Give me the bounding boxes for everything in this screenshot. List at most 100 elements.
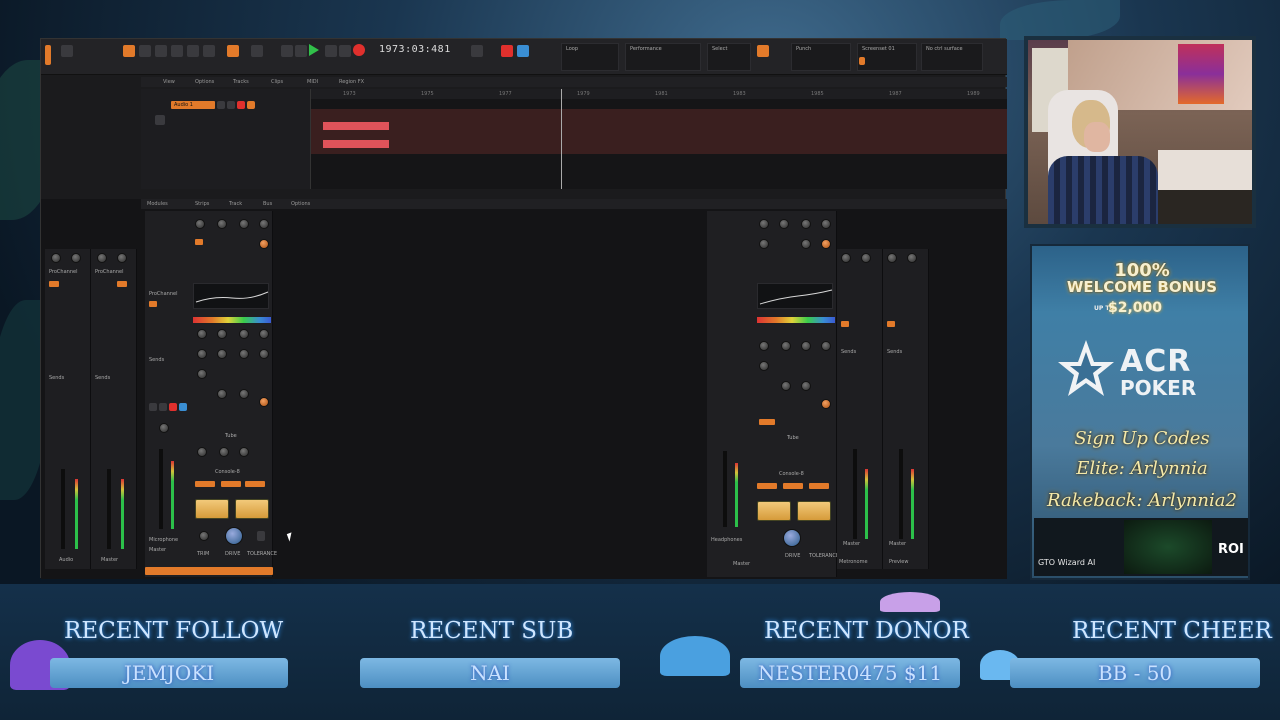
eq-knob[interactable] [197, 369, 207, 379]
eq-knob[interactable] [759, 361, 769, 371]
threshold-knob[interactable] [759, 219, 769, 229]
prochannel-toggle[interactable] [117, 281, 127, 287]
drive-knob[interactable] [225, 527, 243, 545]
tube-drive-knob[interactable] [219, 447, 229, 457]
gto-wizard-banner[interactable]: GTO Wizard AI ROI [1034, 518, 1248, 576]
eq-knob[interactable] [781, 341, 791, 351]
eq-knob[interactable] [217, 329, 227, 339]
gain-knob[interactable] [97, 253, 107, 263]
input-echo-button[interactable] [247, 101, 255, 109]
pan-knob[interactable] [71, 253, 81, 263]
menu-midi[interactable]: MIDI [307, 79, 318, 85]
eq-knob[interactable] [801, 341, 811, 351]
input-monitor-icon[interactable] [517, 45, 529, 57]
track-lane[interactable] [311, 109, 1007, 154]
compressor-toggle[interactable] [195, 239, 203, 245]
volume-fader[interactable] [723, 451, 727, 527]
console-type-button[interactable] [245, 481, 265, 487]
performance-panel[interactable]: Performance [625, 43, 701, 71]
prochannel-toggle[interactable] [887, 321, 895, 327]
hpf-knob[interactable] [759, 239, 769, 249]
trim-knob[interactable] [199, 531, 209, 541]
input-knob[interactable] [195, 219, 205, 229]
eq-knob[interactable] [259, 349, 269, 359]
gain-knob[interactable] [887, 253, 897, 263]
menu-modules[interactable]: Modules [147, 201, 168, 207]
playhead[interactable] [561, 89, 562, 189]
eq-knob[interactable] [217, 349, 227, 359]
eq-knob[interactable] [239, 389, 249, 399]
toggle-icon[interactable] [757, 45, 769, 57]
volume-fader[interactable] [853, 449, 857, 539]
stop-icon[interactable] [295, 45, 307, 57]
edit-tool-icon[interactable] [171, 45, 183, 57]
menu-bus[interactable]: Bus [263, 201, 272, 207]
erase-tool-icon[interactable] [203, 45, 215, 57]
dry-wet-knob[interactable] [821, 239, 831, 249]
makeup-knob[interactable] [821, 219, 831, 229]
eq-knob[interactable] [239, 329, 249, 339]
release-knob[interactable] [801, 219, 811, 229]
arm-button[interactable] [237, 101, 245, 109]
release-knob[interactable] [239, 219, 249, 229]
menu-options[interactable]: Options [291, 201, 310, 207]
smart-tool-icon[interactable] [123, 45, 135, 57]
tube-input-knob[interactable] [197, 447, 207, 457]
audio-clip[interactable] [323, 122, 389, 130]
volume-fader[interactable] [159, 449, 163, 529]
marks-icon[interactable] [251, 45, 263, 57]
eq-knob[interactable] [217, 389, 227, 399]
solo-button[interactable] [227, 101, 235, 109]
eq-knob[interactable] [759, 341, 769, 351]
volume-fader[interactable] [107, 469, 111, 549]
input-echo-button[interactable] [179, 403, 187, 411]
eq-gain-knob[interactable] [259, 397, 269, 407]
eq-knob[interactable] [801, 381, 811, 391]
snap-icon[interactable] [227, 45, 239, 57]
menu-tracks[interactable]: Tracks [233, 79, 249, 85]
menu-track[interactable]: Track [229, 201, 242, 207]
eq-knob[interactable] [197, 329, 207, 339]
loop-panel[interactable]: Loop [561, 43, 619, 71]
console-type-button[interactable] [783, 483, 803, 489]
output-knob[interactable] [259, 219, 269, 229]
move-tool-icon[interactable] [155, 45, 167, 57]
eq-band-bar[interactable] [193, 317, 271, 323]
attack-knob[interactable] [217, 219, 227, 229]
dry-wet-knob[interactable] [259, 239, 269, 249]
eq-band-bar[interactable] [757, 317, 835, 323]
eq-gain-knob[interactable] [821, 399, 831, 409]
screenset-panel[interactable]: Screenset 01 [857, 43, 917, 71]
draw-tool-icon[interactable] [187, 45, 199, 57]
menu-view[interactable]: View [163, 79, 175, 85]
menu-region-fx[interactable]: Region FX [339, 79, 364, 85]
menu-icon[interactable] [45, 45, 51, 65]
eq-knob[interactable] [197, 349, 207, 359]
volume-fader[interactable] [61, 469, 65, 549]
ratio-knob[interactable] [801, 239, 811, 249]
prochannel-toggle[interactable] [149, 301, 157, 307]
track-name[interactable]: Audio 1 [171, 101, 215, 109]
eq-knob[interactable] [239, 349, 249, 359]
pause-icon[interactable] [325, 45, 337, 57]
menu-options[interactable]: Options [195, 79, 214, 85]
gain-knob[interactable] [51, 253, 61, 263]
gain-knob[interactable] [159, 423, 169, 433]
punch-panel[interactable]: Punch [791, 43, 851, 71]
hf-toggle[interactable] [759, 419, 775, 425]
pan-knob[interactable] [861, 253, 871, 263]
record-button[interactable] [353, 44, 365, 56]
menu-clips[interactable]: Clips [271, 79, 283, 85]
prochannel-toggle[interactable] [49, 281, 59, 287]
console-type-button[interactable] [221, 481, 241, 487]
strip-name-bar[interactable] [145, 567, 273, 575]
rewind-icon[interactable] [281, 45, 293, 57]
console-type-button[interactable] [757, 483, 777, 489]
tube-output-knob[interactable] [239, 447, 249, 457]
select-tool-icon[interactable] [139, 45, 151, 57]
play-button[interactable] [309, 44, 319, 56]
record-arm-icon[interactable] [501, 45, 513, 57]
menu-strips[interactable]: Strips [195, 201, 209, 207]
eq-knob[interactable] [821, 341, 831, 351]
mix-icon[interactable] [471, 45, 483, 57]
